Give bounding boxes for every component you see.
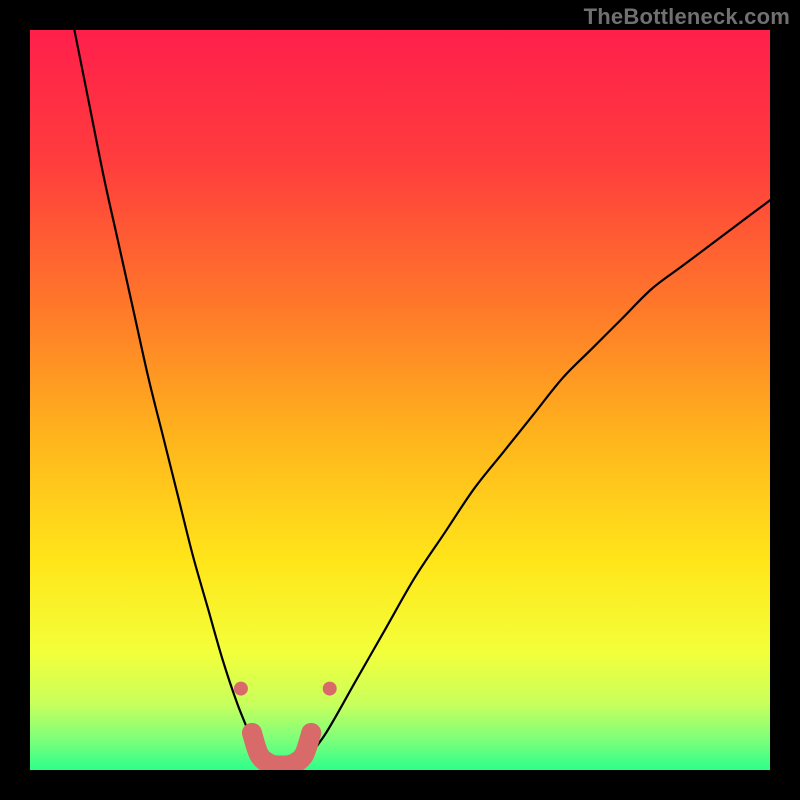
chart-stage: TheBottleneck.com xyxy=(0,0,800,800)
gradient-rect xyxy=(30,30,770,770)
marker-dot xyxy=(294,745,314,765)
marker-dot xyxy=(234,682,248,696)
marker-dot xyxy=(301,723,321,743)
plot-area xyxy=(30,30,770,770)
marker-dot xyxy=(242,723,262,743)
marker-dot xyxy=(323,682,337,696)
watermark-text: TheBottleneck.com xyxy=(584,4,790,30)
chart-svg xyxy=(30,30,770,770)
